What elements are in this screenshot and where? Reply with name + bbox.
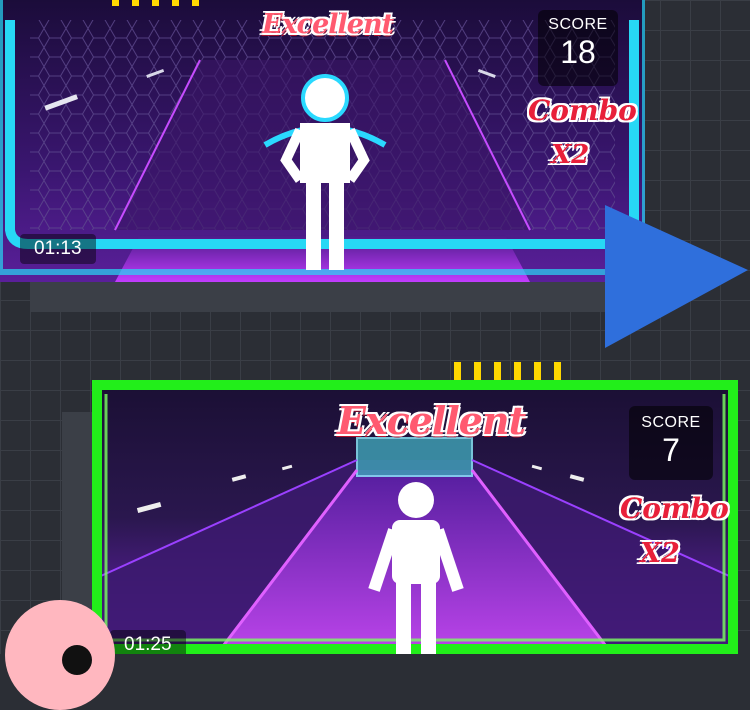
game-panel-bottom: Excellent SCORE 7 Combo X2 01:25: [92, 380, 738, 654]
combo-label: Combo: [620, 492, 729, 525]
decorative-dot: [62, 645, 92, 675]
timer: 01:13: [20, 234, 96, 264]
top-panel-shadow: [30, 280, 630, 312]
feedback-text: Excellent: [262, 9, 394, 40]
score-label: SCORE: [641, 414, 701, 431]
beat-ticks-top: [112, 0, 199, 6]
next-arrow-icon[interactable]: [600, 200, 750, 350]
game-panel-top: Excellent SCORE 18 Combo X2 01:13: [0, 0, 645, 282]
score-value: 7: [662, 432, 680, 468]
combo-label: Combo: [528, 94, 637, 127]
timer: 01:25: [110, 630, 186, 654]
score-value: 18: [560, 34, 596, 70]
combo-multiplier: X2: [551, 140, 590, 170]
decorative-circle: [5, 600, 115, 710]
score-box: SCORE 18: [538, 10, 618, 86]
score-label: SCORE: [548, 16, 608, 33]
feedback-text: Excellent: [337, 398, 526, 443]
combo-multiplier: X2: [640, 538, 680, 569]
score-box: SCORE 7: [629, 406, 713, 480]
